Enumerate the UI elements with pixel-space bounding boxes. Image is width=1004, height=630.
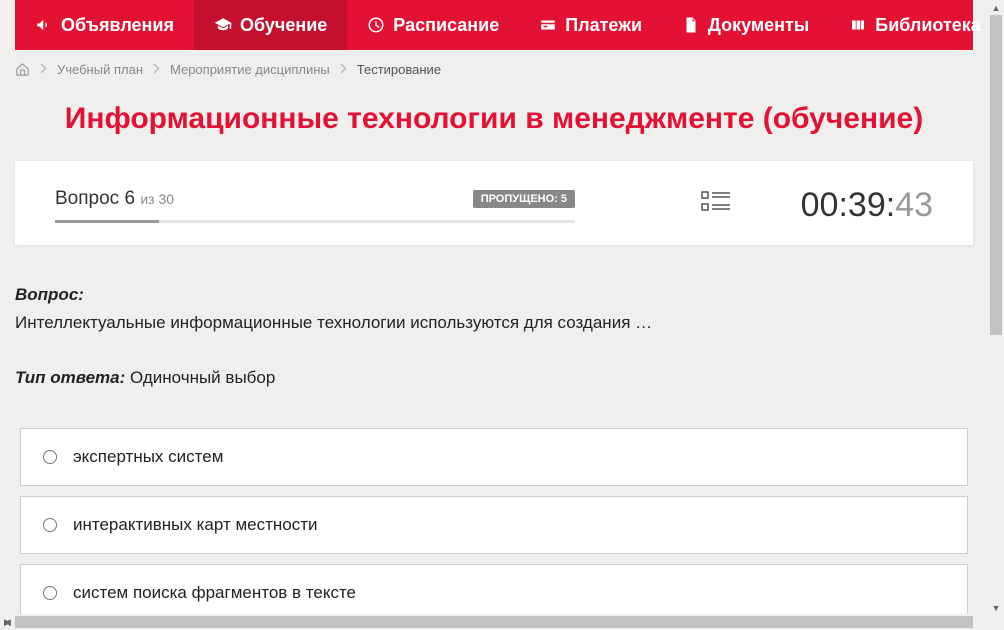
scroll-down-arrow[interactable]: ▼ <box>988 600 1004 615</box>
status-bar: Вопрос 6 из 30 ПРОПУЩЕНО: 5 <box>15 161 973 245</box>
nav-label: Платежи <box>565 15 642 36</box>
nav-learning[interactable]: Обучение <box>194 0 347 50</box>
chevron-right-icon <box>40 62 47 77</box>
vertical-scrollbar[interactable]: ▲ ▼ <box>988 0 1004 615</box>
library-icon <box>849 16 867 34</box>
radio-input[interactable] <box>43 518 57 532</box>
answer-option[interactable]: интерактивных карт местности <box>20 496 968 554</box>
question-label: Вопрос: <box>15 285 973 305</box>
nav-label: Документы <box>708 15 809 36</box>
answer-option[interactable]: систем поиска фрагментов в тексте <box>20 564 968 615</box>
page-title: Информационные технологии в менеджменте … <box>0 102 988 136</box>
question-list-button[interactable] <box>701 191 731 220</box>
scroll-up-arrow[interactable]: ▲ <box>988 0 1004 15</box>
skipped-badge: ПРОПУЩЕНО: 5 <box>473 190 575 208</box>
timer: 00:39:43 <box>801 186 933 225</box>
nav-label: Объявления <box>61 15 174 36</box>
document-icon <box>682 16 700 34</box>
nav-label: Библиотека <box>875 15 981 36</box>
radio-input[interactable] <box>43 586 57 600</box>
option-text: интерактивных карт местности <box>73 515 318 535</box>
option-text: систем поиска фрагментов в тексте <box>73 583 356 603</box>
nav-schedule[interactable]: Расписание <box>347 0 519 50</box>
answer-type-value: Одиночный выбор <box>125 368 275 387</box>
graduation-icon <box>214 16 232 34</box>
main-navbar: Объявления Обучение Расписание Платежи Д… <box>15 0 973 50</box>
scrollbar-corner <box>988 614 1004 630</box>
option-text: экспертных систем <box>73 447 223 467</box>
question-progress: Вопрос 6 из 30 ПРОПУЩЕНО: 5 <box>55 188 631 223</box>
radio-input[interactable] <box>43 450 57 464</box>
question-text: Интеллектуальные информационные технолог… <box>15 313 973 333</box>
payment-icon <box>539 16 557 34</box>
breadcrumb-link[interactable]: Мероприятие дисциплины <box>170 62 330 77</box>
scroll-right-arrow[interactable]: ▶ <box>0 614 15 630</box>
chevron-right-icon <box>340 62 347 77</box>
scrollbar-thumb[interactable] <box>15 616 973 628</box>
chevron-right-icon <box>153 62 160 77</box>
progress-bar <box>55 220 575 223</box>
home-icon[interactable] <box>15 62 30 77</box>
nav-label: Обучение <box>240 15 327 36</box>
scrollbar-thumb[interactable] <box>990 15 1002 335</box>
nav-label: Расписание <box>393 15 499 36</box>
question-body: Вопрос: Интеллектуальные информационные … <box>15 285 973 615</box>
horizontal-scrollbar[interactable]: ◀ ▶ <box>0 614 988 630</box>
breadcrumb: Учебный план Мероприятие дисциплины Тест… <box>15 62 973 77</box>
nav-documents[interactable]: Документы <box>662 0 829 50</box>
nav-announcements[interactable]: Объявления <box>15 0 194 50</box>
nav-payments[interactable]: Платежи <box>519 0 662 50</box>
clock-icon <box>367 16 385 34</box>
breadcrumb-link[interactable]: Учебный план <box>57 62 143 77</box>
answer-option[interactable]: экспертных систем <box>20 428 968 486</box>
announcement-icon <box>35 16 53 34</box>
answer-type-label: Тип ответа: <box>15 368 125 387</box>
answer-type-row: Тип ответа: Одиночный выбор <box>15 368 973 388</box>
breadcrumb-current: Тестирование <box>357 62 441 77</box>
answer-options: экспертных систем интерактивных карт мес… <box>20 428 968 615</box>
nav-library[interactable]: Библиотека <box>829 0 988 50</box>
